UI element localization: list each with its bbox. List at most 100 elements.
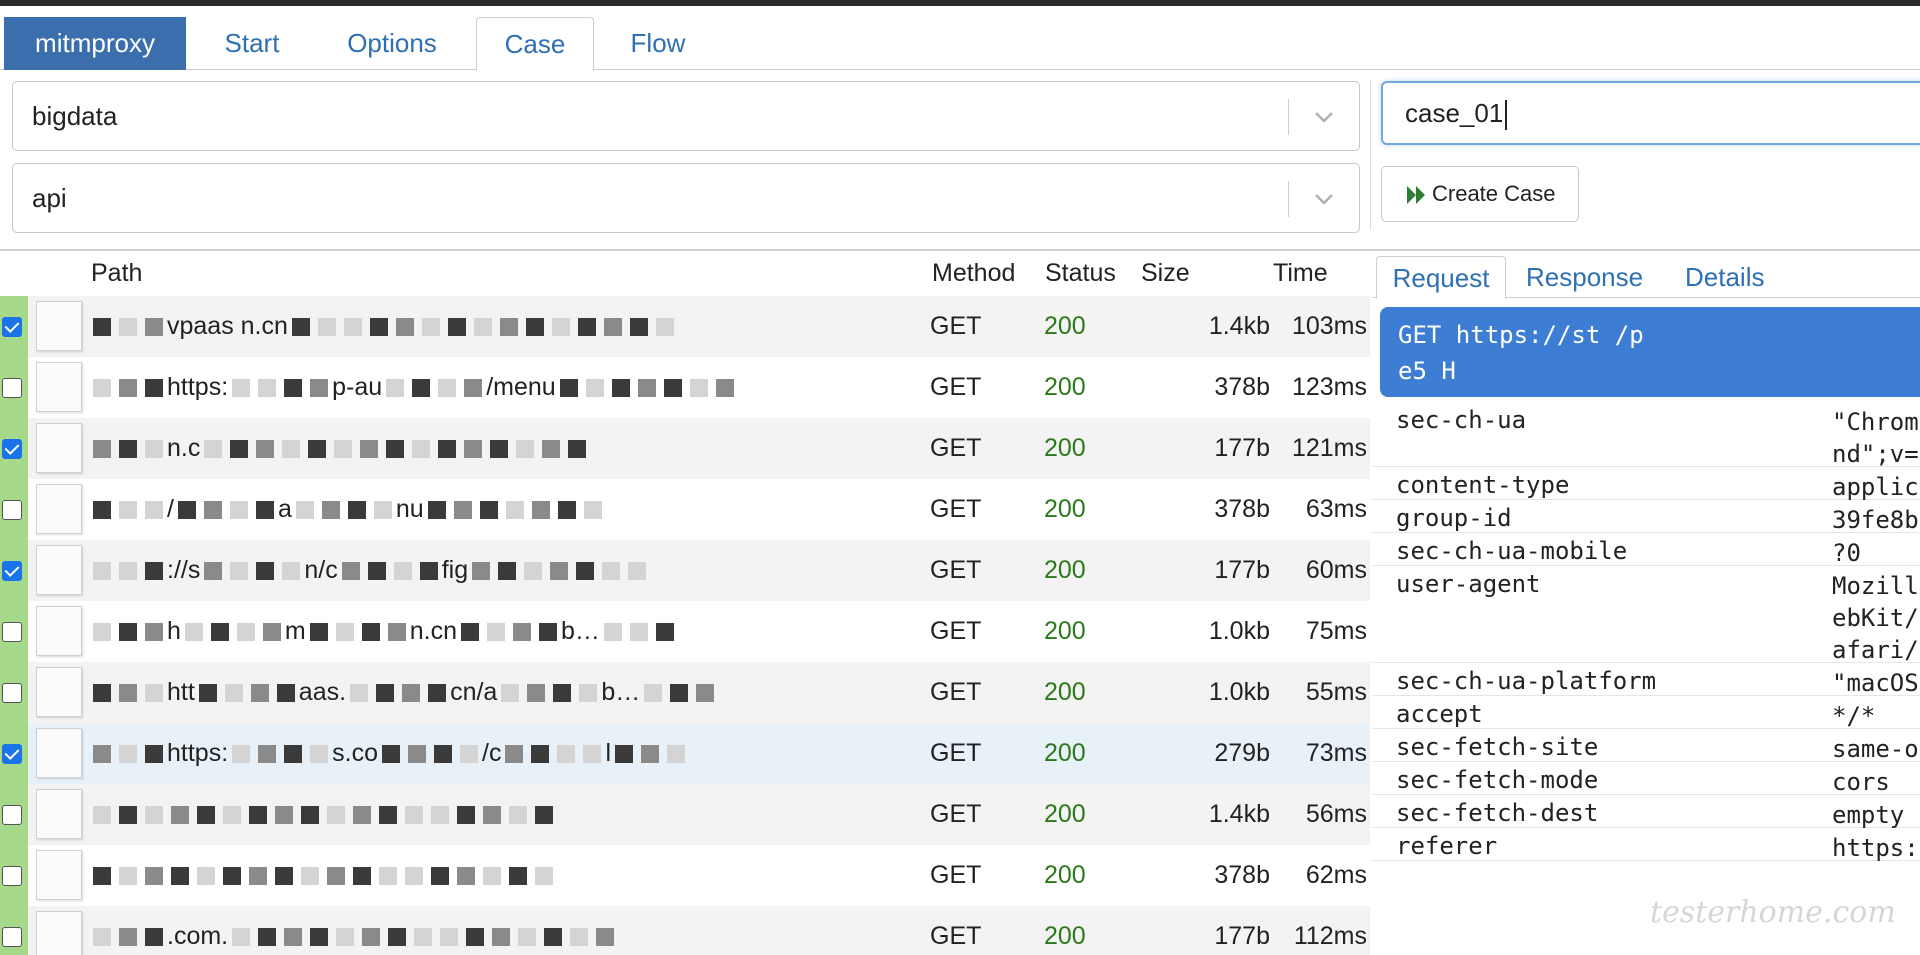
row-checkbox[interactable] (2, 622, 22, 642)
tab-options[interactable]: Options (322, 17, 462, 70)
redaction-block (428, 684, 447, 703)
tab-request[interactable]: Request (1376, 256, 1506, 299)
redaction-block (145, 562, 163, 581)
row-checkbox[interactable] (2, 317, 22, 337)
row-method: GET (930, 861, 982, 889)
redaction-block (501, 684, 520, 703)
row-path: h m n.cn b… (89, 601, 909, 662)
path-fragment: nu (395, 495, 424, 523)
path-fragment: ://s (167, 556, 201, 584)
redaction-block (145, 867, 163, 886)
table-row[interactable]: h m n.cn b… GET 200 1.0kb 75ms (0, 601, 1370, 662)
redaction-block (603, 623, 622, 642)
table-row[interactable]: / a nu GET 200 378b 63ms (0, 479, 1370, 540)
request-headers: sec-ch-ua "Chrom nd";v= content-type applic… (1372, 402, 1920, 862)
redaction-block (291, 318, 310, 337)
table-row[interactable]: https: s.co/c l GET 200 279b 73ms (0, 723, 1370, 784)
column-method[interactable]: Method (932, 259, 1015, 288)
redaction-block (93, 806, 111, 825)
table-row[interactable]: vpaas n.cn GET 200 1.4kb 103ms (0, 296, 1370, 357)
redaction-block (93, 440, 111, 459)
path-fragment: n.c (167, 434, 201, 462)
redaction-block (255, 501, 274, 520)
table-row[interactable]: GET 200 378b 62ms (0, 845, 1370, 906)
redaction-block (310, 379, 329, 398)
detail-tabs: Request Response Details (1372, 252, 1920, 299)
table-row[interactable]: n.c GET 200 177b 121ms (0, 418, 1370, 479)
redaction-block (568, 440, 587, 459)
table-row[interactable]: ://s n/c fig GET 200 177b 60ms (0, 540, 1370, 601)
tab-start[interactable]: Start (200, 17, 304, 70)
redaction-block (198, 684, 217, 703)
row-time: 75ms (1305, 617, 1367, 645)
redaction-block (539, 623, 557, 642)
project-select[interactable]: bigdata (12, 81, 1360, 151)
tab-response[interactable]: Response (1526, 256, 1643, 298)
redaction-block (93, 379, 111, 398)
module-select[interactable]: api (12, 163, 1360, 233)
row-method: GET (930, 922, 982, 950)
redaction-block (379, 806, 397, 825)
redaction-block (408, 745, 427, 764)
tab-flow[interactable]: Flow (612, 17, 704, 70)
redaction-block (629, 623, 648, 642)
row-checkbox[interactable] (2, 561, 22, 581)
path-fragment: htt (167, 678, 195, 706)
row-method: GET (930, 312, 982, 340)
header-row: user-agent Mozill ebKit/ afari/ (1372, 566, 1920, 664)
table-row[interactable]: htt aas. cn/a b… GET 200 1.0kb 55ms (0, 662, 1370, 723)
redaction-block (119, 562, 137, 581)
tab-details[interactable]: Details (1685, 256, 1764, 298)
redaction-block (611, 379, 630, 398)
row-checkbox[interactable] (2, 378, 22, 398)
row-method: GET (930, 617, 982, 645)
row-checkbox[interactable] (2, 927, 22, 947)
column-path[interactable]: Path (91, 259, 142, 288)
row-status: 200 (1044, 373, 1086, 401)
row-size: 1.4kb (1208, 800, 1270, 828)
redaction-block (258, 379, 277, 398)
redaction-block (637, 379, 656, 398)
redaction-block (360, 440, 379, 459)
column-time[interactable]: Time (1273, 259, 1328, 288)
case-name-input[interactable]: case_01 (1381, 81, 1920, 145)
chevron-down-icon[interactable] (1311, 186, 1337, 212)
redaction-block (256, 562, 275, 581)
table-row[interactable]: https: p-au/menu GET 200 378b 123ms (0, 357, 1370, 418)
redaction-block (559, 379, 578, 398)
chevron-down-icon[interactable] (1311, 104, 1337, 130)
redaction-block (232, 379, 251, 398)
redaction-block (602, 562, 621, 581)
redaction-block (498, 562, 517, 581)
redaction-block (483, 867, 501, 886)
create-case-button[interactable]: Create Case (1381, 166, 1579, 222)
redaction-block (145, 745, 163, 764)
redaction-block (308, 440, 327, 459)
row-status: 200 (1044, 861, 1086, 889)
row-checkbox[interactable] (2, 683, 22, 703)
row-status: 200 (1044, 678, 1086, 706)
row-checkbox[interactable] (2, 866, 22, 886)
row-checkbox[interactable] (2, 500, 22, 520)
redaction-block (670, 684, 689, 703)
redaction-block (388, 928, 407, 947)
path-fragment: /menu (486, 373, 556, 401)
table-row[interactable]: GET 200 1.4kb 56ms (0, 784, 1370, 845)
redaction-block (343, 318, 362, 337)
redaction-block (376, 684, 395, 703)
redaction-block (93, 318, 111, 337)
redaction-block (667, 745, 686, 764)
row-checkbox[interactable] (2, 439, 22, 459)
tab-mitmproxy[interactable]: mitmproxy (4, 17, 186, 70)
redaction-block (453, 501, 472, 520)
tab-case[interactable]: Case (476, 17, 594, 71)
column-size[interactable]: Size (1141, 259, 1190, 288)
header-key: sec-ch-ua-platform (1396, 667, 1657, 695)
column-status[interactable]: Status (1045, 259, 1116, 288)
redaction-block (145, 623, 163, 642)
row-checkbox[interactable] (2, 744, 22, 764)
table-row[interactable]: .com. GET 200 177b 112ms (0, 906, 1370, 955)
row-checkbox[interactable] (2, 805, 22, 825)
path-fragment: cn/a (450, 678, 498, 706)
redaction-block (457, 806, 475, 825)
